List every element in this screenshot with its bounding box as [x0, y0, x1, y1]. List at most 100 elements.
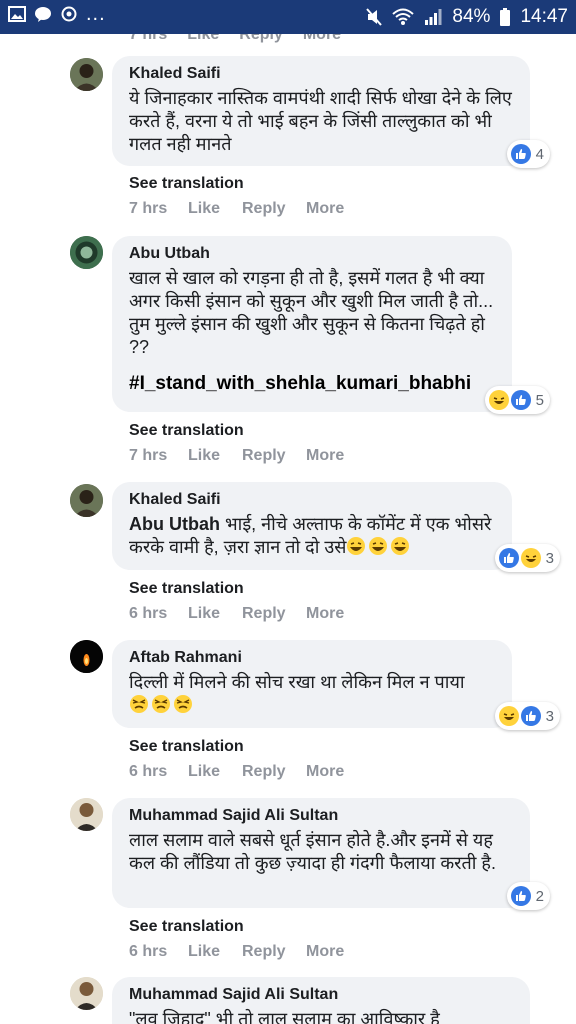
wifi-icon — [392, 8, 415, 25]
profile-photo-icon — [70, 977, 103, 1010]
battery-percent: 84% — [452, 6, 491, 27]
tired-emojis — [129, 695, 195, 715]
sync-icon — [61, 6, 77, 22]
status-bar: ... 84% 14:47 — [0, 0, 576, 34]
like-button[interactable]: Like — [188, 447, 242, 465]
comment-author[interactable]: Muhammad Sajid Ali Sultan — [129, 806, 514, 826]
battery-icon — [500, 8, 511, 26]
reply-button[interactable]: Reply — [242, 200, 306, 218]
like-reaction-icon — [520, 706, 541, 726]
reply-button[interactable]: Reply — [242, 605, 306, 623]
like-button[interactable]: Like — [188, 200, 242, 218]
previous-comment-actions: 7 hrs Like Reply More — [129, 34, 341, 44]
reaction-summary[interactable]: 3 — [494, 544, 560, 572]
comment-text: Abu Utbah भाई, नीचे अल्ताफ के कॉमेंट में… — [129, 513, 496, 559]
laughing-emoji-icon — [347, 537, 366, 555]
more-button[interactable]: More — [306, 447, 344, 465]
comment-author[interactable]: Abu Utbah — [129, 244, 496, 264]
reaction-summary[interactable]: 5 — [484, 386, 550, 414]
see-translation-link[interactable]: See translation — [129, 422, 244, 440]
like-reaction-icon — [498, 548, 519, 568]
messenger-icon — [35, 7, 51, 22]
reaction-count: 5 — [535, 391, 544, 409]
comment-body: दिल्ली में मिलने की सोच रखा था लेकिन मिल… — [129, 672, 465, 692]
laughing-emojis — [346, 537, 412, 557]
comment-author[interactable]: Khaled Saifi — [129, 64, 514, 84]
avatar[interactable] — [70, 58, 103, 91]
reaction-summary[interactable]: 4 — [506, 140, 550, 168]
comment-feed[interactable]: 7 hrs Like Reply More Khaled Saifi ये जि… — [0, 34, 576, 1024]
reply-button[interactable]: Reply — [242, 447, 306, 465]
comment-time: 6 hrs — [129, 605, 168, 622]
comment-text: खाल से खाल को रगड़ना ही तो है, इसमें गलत… — [129, 268, 494, 357]
reaction-count: 3 — [545, 707, 554, 725]
reply-button[interactable]: Reply — [242, 943, 306, 961]
more-button[interactable]: More — [306, 605, 344, 623]
hashtag-link[interactable]: #I_stand_with_shehla_kumari_bhabhi — [129, 373, 496, 395]
comment-time: 6 hrs — [129, 943, 168, 960]
comment-bubble[interactable]: Muhammad Sajid Ali Sultan "लव जिहाद" भी … — [112, 977, 530, 1024]
comment-bubble[interactable]: Abu Utbah खाल से खाल को रगड़ना ही तो है,… — [112, 236, 550, 414]
see-translation-link[interactable]: See translation — [129, 175, 244, 193]
comment-actions: 6 hrs Like Reply More — [129, 605, 344, 623]
tired-emoji-icon — [130, 695, 148, 713]
profile-photo-icon — [70, 798, 103, 831]
comment-bubble[interactable]: Khaled Saifi ये जिनाहकार नास्तिक वामपंथी… — [112, 56, 550, 168]
notification-icons: ... — [8, 4, 106, 24]
comment-author[interactable]: Khaled Saifi — [129, 490, 496, 510]
comment-bubble[interactable]: Khaled Saifi Abu Utbah भाई, नीचे अल्ताफ … — [112, 482, 560, 572]
like-button[interactable]: Like — [187, 34, 219, 44]
comment-text: दिल्ली में मिलने की सोच रखा था लेकिन मिल… — [129, 671, 496, 717]
comment-text: लाल सलाम वाले सबसे धूर्त इंसान होते है.औ… — [129, 830, 496, 873]
reply-button[interactable]: Reply — [242, 763, 306, 781]
see-translation-link[interactable]: See translation — [129, 918, 244, 936]
comment-bubble[interactable]: Muhammad Sajid Ali Sultan लाल सलाम वाले … — [112, 798, 550, 910]
profile-photo-icon — [70, 484, 103, 517]
avatar[interactable] — [70, 484, 103, 517]
tired-emoji-icon — [174, 695, 192, 713]
mute-icon — [366, 8, 383, 26]
like-reaction-icon — [510, 886, 531, 906]
more-button[interactable]: More — [306, 763, 344, 781]
mention-link[interactable]: Abu Utbah — [129, 514, 220, 534]
like-button[interactable]: Like — [188, 763, 242, 781]
comment-actions: 7 hrs Like Reply More — [129, 447, 344, 465]
signal-icon — [425, 9, 442, 25]
more-button[interactable]: More — [306, 200, 344, 218]
comment-author[interactable]: Muhammad Sajid Ali Sultan — [129, 985, 514, 1005]
more-button[interactable]: More — [303, 34, 341, 44]
reaction-summary[interactable]: 3 — [494, 702, 560, 730]
haha-reaction-icon — [498, 706, 519, 726]
comment-time: 7 hrs — [129, 34, 168, 43]
comment-author[interactable]: Aftab Rahmani — [129, 648, 496, 668]
like-button[interactable]: Like — [188, 605, 242, 623]
comment-time: 6 hrs — [129, 763, 168, 780]
see-translation-link[interactable]: See translation — [129, 738, 244, 756]
clock: 14:47 — [520, 6, 568, 27]
reply-button[interactable]: Reply — [239, 34, 283, 44]
laughing-emoji-icon — [391, 537, 410, 555]
avatar[interactable] — [70, 798, 103, 831]
avatar[interactable] — [70, 236, 103, 269]
gallery-icon — [8, 6, 26, 22]
like-reaction-icon — [510, 144, 531, 164]
reaction-summary[interactable]: 2 — [506, 882, 550, 910]
comment-actions: 6 hrs Like Reply More — [129, 763, 344, 781]
reaction-count: 4 — [535, 145, 544, 163]
profile-photo-icon — [70, 58, 103, 91]
haha-reaction-icon — [520, 548, 541, 568]
like-button[interactable]: Like — [188, 943, 242, 961]
comment-bubble[interactable]: Aftab Rahmani दिल्ली में मिलने की सोच रख… — [112, 640, 560, 730]
avatar[interactable] — [70, 977, 103, 1010]
see-translation-link[interactable]: See translation — [129, 580, 244, 598]
avatar[interactable] — [70, 640, 103, 673]
haha-reaction-icon — [488, 390, 509, 410]
profile-photo-icon — [70, 236, 103, 269]
laughing-emoji-icon — [369, 537, 388, 555]
reaction-count: 3 — [545, 549, 554, 567]
comment-actions: 7 hrs Like Reply More — [129, 200, 344, 218]
comment-actions: 6 hrs Like Reply More — [129, 943, 344, 961]
more-button[interactable]: More — [306, 943, 344, 961]
comment-time: 7 hrs — [129, 200, 168, 217]
like-reaction-icon — [510, 390, 531, 410]
